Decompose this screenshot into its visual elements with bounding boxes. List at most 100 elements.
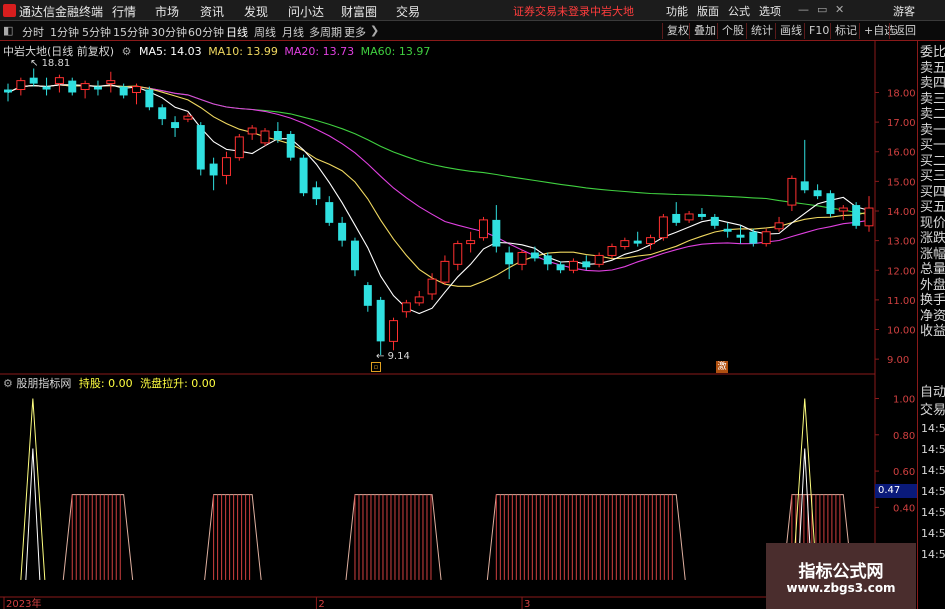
quote-label-10: 买五 [920, 200, 945, 215]
f10-button[interactable]: F10 [804, 23, 829, 39]
menu-wenxiaoda[interactable]: 问小达 [288, 3, 324, 20]
candle [106, 71, 116, 93]
period-30min[interactable]: 30分钟 [151, 24, 187, 40]
candle-body [620, 240, 630, 248]
candle [247, 125, 257, 140]
fuquan-button[interactable]: 复权 [662, 23, 689, 39]
ma60-line [7, 84, 870, 215]
candle-body [312, 187, 321, 200]
menu-gongshi[interactable]: 公式 [728, 3, 750, 19]
candle-body [93, 86, 102, 90]
period-monthly[interactable]: 月线 [282, 24, 304, 40]
candle-body [54, 77, 64, 85]
period-weekly[interactable]: 周线 [254, 24, 276, 40]
high-price-value: 18.81 [41, 58, 71, 69]
candlestick-series [4, 68, 874, 355]
period-fenshi[interactable]: 分时 [22, 24, 44, 40]
period-more[interactable]: 更多 [344, 24, 366, 40]
chevron-right-icon[interactable]: ❯ [370, 24, 379, 37]
candle [350, 237, 359, 277]
sub-settings-icon[interactable]: ⚙ [3, 377, 13, 390]
candle-body [749, 231, 758, 244]
tools-icon[interactable]: ◧ [3, 24, 13, 37]
guest-label[interactable]: 游客 [893, 3, 915, 19]
tick-time-3: 14:56 [921, 485, 945, 498]
stats-button[interactable]: 统计 [746, 23, 773, 39]
close-icon[interactable]: ✕ [835, 3, 844, 16]
moving-average-lines [7, 84, 870, 315]
candle-body [389, 320, 399, 342]
draw-line-button[interactable]: 画线 [775, 23, 802, 39]
candle-body [466, 240, 476, 245]
candle [93, 80, 102, 96]
menu-faxian[interactable]: 发现 [244, 3, 268, 20]
period-1min[interactable]: 1分钟 [50, 24, 79, 40]
settings-icon[interactable]: ⚙ [122, 45, 132, 58]
mark-button[interactable]: 标记 [830, 23, 857, 39]
auto-trade-label-1[interactable]: 交易 [920, 403, 945, 418]
ma20-line [7, 84, 870, 272]
candle-body [171, 122, 180, 129]
candle-body [672, 213, 681, 223]
date-tick-label: 2 [318, 599, 324, 609]
price-tick-label: 9.00 [887, 355, 909, 366]
period-multi[interactable]: 多周期 [309, 24, 342, 40]
candle [582, 255, 591, 271]
menu-shichang[interactable]: 市场 [155, 3, 179, 20]
menu-xuanxiang[interactable]: 选项 [759, 3, 781, 19]
auto-trade-label-0[interactable]: 自动 [920, 385, 945, 400]
candle [787, 175, 797, 211]
ma5-label: MA5: 14.03 [138, 45, 202, 58]
candle-body [260, 130, 270, 144]
candle [723, 222, 732, 238]
menu-hangqing[interactable]: 行情 [112, 3, 136, 20]
period-daily[interactable]: 日线 [226, 24, 248, 40]
menu-gongneng[interactable]: 功能 [666, 3, 688, 19]
candle [607, 243, 617, 259]
login-notice[interactable]: 证券交易未登录 [513, 3, 590, 19]
candle-body [106, 80, 116, 85]
candle [620, 237, 630, 250]
price-tick-label: 17.00 [887, 118, 916, 129]
tick-time-5: 14:56 [921, 527, 945, 540]
quote-label-16: 换手 [920, 293, 945, 308]
back-button[interactable]: 返回 [889, 23, 916, 39]
restore-icon[interactable]: ▭ [817, 3, 827, 16]
overlay-button[interactable]: 叠加 [689, 23, 716, 39]
stock-button[interactable]: 个股 [717, 23, 744, 39]
menu-jiaoyi[interactable]: 交易 [396, 3, 420, 20]
period-5min[interactable]: 5分钟 [82, 24, 111, 40]
candle-body [196, 125, 205, 170]
candle [697, 208, 706, 220]
candle [68, 77, 77, 96]
menu-zixun[interactable]: 资讯 [200, 3, 224, 20]
candle-body [325, 202, 334, 223]
indicator-chart [20, 398, 853, 580]
candle-body [4, 89, 12, 93]
candle-body [761, 231, 771, 245]
candle-body [286, 133, 295, 158]
chart-canvas[interactable]: 18.00 17.00 16.00 15.00 14.00 13.00 12.00 11.00… [0, 41, 917, 609]
candle-body [234, 136, 244, 159]
candle [633, 231, 642, 247]
price-tick-label: 13.00 [887, 237, 916, 248]
candle [774, 216, 784, 232]
event-marker[interactable]: 激 [716, 361, 728, 373]
period-60min[interactable]: 60分钟 [188, 24, 224, 40]
candle [312, 181, 321, 206]
menu-caifuquan[interactable]: 财富圈 [341, 3, 377, 20]
candle [800, 139, 809, 194]
candle-body [658, 216, 668, 239]
quote-label-14: 总量 [920, 262, 945, 277]
candle [517, 249, 527, 271]
period-15min[interactable]: 15分钟 [113, 24, 149, 40]
event-box-icon[interactable]: ▫ [371, 362, 381, 372]
candle [466, 231, 476, 253]
minimize-icon[interactable]: — [798, 3, 809, 16]
candle-body [543, 255, 552, 265]
main-chart-title: 中岩大地(日线 前复权) [3, 45, 115, 58]
candle [710, 213, 719, 229]
menu-banmian[interactable]: 版面 [697, 3, 719, 19]
candle-body [594, 254, 604, 265]
tick-time-6: 14:56 [921, 548, 945, 561]
